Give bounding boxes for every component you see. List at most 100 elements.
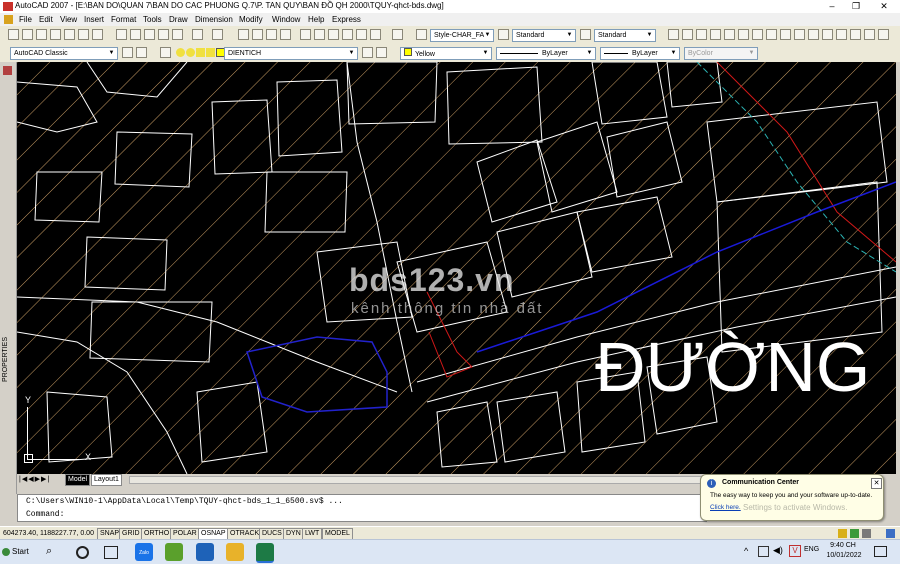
- match-properties-icon[interactable]: [158, 29, 169, 40]
- layer-lock-icon[interactable]: [196, 48, 205, 57]
- polygon-icon[interactable]: [850, 29, 861, 40]
- start-button[interactable]: Start: [2, 544, 35, 559]
- table-style-icon[interactable]: [580, 29, 591, 40]
- drawing-canvas[interactable]: bds123.vn kênh thông tin nhà đất ĐƯỜNG Y…: [17, 62, 896, 474]
- workspace-settings-icon[interactable]: [122, 47, 133, 58]
- menu-draw[interactable]: Draw: [169, 15, 188, 24]
- menu-edit[interactable]: Edit: [39, 15, 53, 24]
- undo-icon[interactable]: [192, 29, 203, 40]
- table-style-select[interactable]: Standard ▼: [594, 29, 656, 42]
- erase-icon[interactable]: [682, 29, 693, 40]
- chevron-up-icon[interactable]: ^: [744, 546, 748, 556]
- menu-insert[interactable]: Insert: [84, 15, 104, 24]
- menu-dimension[interactable]: Dimension: [195, 15, 233, 24]
- sheet-set-icon[interactable]: [342, 29, 353, 40]
- trim-icon[interactable]: [808, 29, 819, 40]
- cortana-icon[interactable]: [76, 546, 89, 559]
- network-icon[interactable]: [758, 546, 769, 557]
- line-icon[interactable]: [668, 29, 679, 40]
- extend-icon[interactable]: [822, 29, 833, 40]
- properties-palette-strip[interactable]: PROPERTIES: [0, 62, 17, 494]
- comm-center-icon[interactable]: [838, 529, 847, 538]
- restore-button[interactable]: ❐: [844, 0, 868, 13]
- layer-thaw-icon[interactable]: [186, 48, 195, 57]
- array-icon[interactable]: [738, 29, 749, 40]
- publish-icon[interactable]: [92, 29, 103, 40]
- menu-window[interactable]: Window: [272, 15, 300, 24]
- save-icon[interactable]: [50, 29, 61, 40]
- autocad-app-icon[interactable]: [3, 2, 13, 11]
- balloon-close-button[interactable]: ✕: [871, 478, 882, 489]
- menu-modify[interactable]: Modify: [239, 15, 263, 24]
- linetype-select[interactable]: ByLayer ▼: [496, 47, 596, 60]
- open-icon[interactable]: [36, 29, 47, 40]
- zoom-realtime-icon[interactable]: [252, 29, 263, 40]
- scale-icon[interactable]: [780, 29, 791, 40]
- paste-icon[interactable]: [144, 29, 155, 40]
- menu-express[interactable]: Express: [332, 15, 361, 24]
- document-icon[interactable]: [4, 15, 13, 24]
- circle-icon[interactable]: [878, 29, 889, 40]
- status-menu-icon[interactable]: [862, 529, 871, 538]
- menu-file[interactable]: File: [19, 15, 32, 24]
- plot-preview-icon[interactable]: [78, 29, 89, 40]
- tab-model[interactable]: Model: [65, 474, 91, 486]
- rectangle-icon[interactable]: [836, 29, 847, 40]
- task-view-icon[interactable]: [104, 546, 118, 559]
- menu-view[interactable]: View: [60, 15, 77, 24]
- copy-icon[interactable]: [130, 29, 141, 40]
- menu-help[interactable]: Help: [308, 15, 324, 24]
- color-select[interactable]: Yellow ▼: [400, 47, 492, 60]
- file-explorer-icon[interactable]: [226, 543, 244, 561]
- markup-icon[interactable]: [356, 29, 367, 40]
- offset-icon[interactable]: [724, 29, 735, 40]
- toolbar-lock-icon[interactable]: [850, 529, 859, 538]
- redo-icon[interactable]: [212, 29, 223, 40]
- communication-center-balloon[interactable]: i Communication Center ✕ The easy way to…: [700, 474, 884, 521]
- arc-icon[interactable]: [864, 29, 875, 40]
- workspace-select[interactable]: AutoCAD Classic ▼: [10, 47, 118, 60]
- coordinates-readout[interactable]: 604273.40, 1188227.77, 0.00: [3, 528, 94, 539]
- save-workspace-icon[interactable]: [136, 47, 147, 58]
- layer-select[interactable]: DIENTICH ▼: [224, 47, 358, 60]
- dim-style-icon[interactable]: [498, 29, 509, 40]
- menu-tools[interactable]: Tools: [143, 15, 162, 24]
- pan-icon[interactable]: [238, 29, 249, 40]
- lineweight-select[interactable]: ByLayer ▼: [600, 47, 680, 60]
- search-icon[interactable]: ⌕: [46, 545, 52, 558]
- move-icon[interactable]: [752, 29, 763, 40]
- clock-time[interactable]: 9:40 CH: [828, 542, 858, 549]
- new-icon[interactable]: [8, 29, 19, 40]
- help-icon[interactable]: [392, 29, 403, 40]
- tab-layout1[interactable]: Layout1: [91, 474, 122, 486]
- unikey-icon[interactable]: V: [789, 545, 801, 557]
- coccoc-icon[interactable]: [165, 543, 183, 561]
- make-current-layer-icon[interactable]: [362, 47, 373, 58]
- close-button[interactable]: ✕: [872, 0, 896, 13]
- command-prompt[interactable]: Command:: [26, 510, 64, 519]
- tool-palettes-icon[interactable]: [328, 29, 339, 40]
- excel-icon[interactable]: [256, 543, 274, 563]
- zalo-icon[interactable]: Zalo: [135, 543, 153, 561]
- notification-icon[interactable]: [874, 546, 887, 557]
- copy-object-icon[interactable]: [696, 29, 707, 40]
- text-style-select[interactable]: Style-CHAR_FA ▼: [430, 29, 494, 42]
- minimize-button[interactable]: –: [820, 0, 844, 13]
- clean-screen-icon[interactable]: [886, 529, 895, 538]
- stretch-icon[interactable]: [794, 29, 805, 40]
- vertical-scrollbar[interactable]: [896, 62, 900, 474]
- layer-previous-icon[interactable]: [376, 47, 387, 58]
- balloon-link[interactable]: Click here.: [710, 504, 741, 511]
- menu-format[interactable]: Format: [111, 15, 136, 24]
- qnew-icon[interactable]: [22, 29, 33, 40]
- block-editor-icon[interactable]: [172, 29, 183, 40]
- zoom-previous-icon[interactable]: [280, 29, 291, 40]
- dim-style-select[interactable]: Standard ▼: [512, 29, 576, 42]
- layer-manager-icon[interactable]: [160, 47, 171, 58]
- zoom-window-icon[interactable]: [266, 29, 277, 40]
- properties-icon[interactable]: [300, 29, 311, 40]
- volume-icon[interactable]: ◀): [773, 545, 783, 556]
- mirror-icon[interactable]: [710, 29, 721, 40]
- rotate-icon[interactable]: [766, 29, 777, 40]
- language-indicator[interactable]: ENG: [804, 546, 819, 553]
